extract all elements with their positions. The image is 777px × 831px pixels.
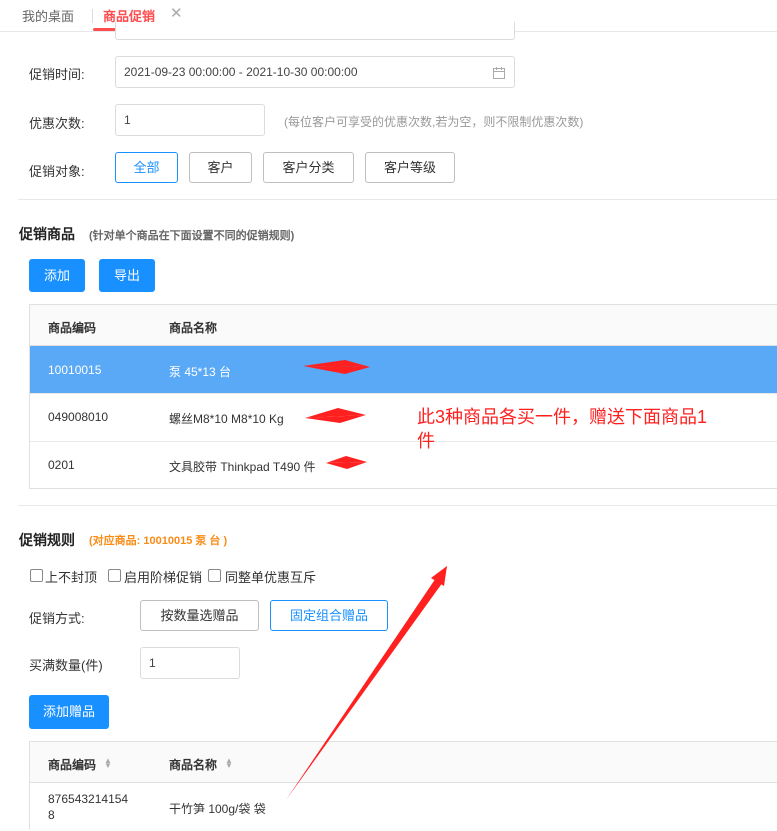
arrow-to-row-1 xyxy=(303,360,370,367)
annotation-arrows xyxy=(286,360,447,800)
arrow-to-row-3 xyxy=(326,456,367,463)
arrow-up-to-rules xyxy=(286,566,447,800)
arrow-to-row-1-head xyxy=(303,366,370,374)
arrow-to-row-3-head xyxy=(326,462,367,469)
